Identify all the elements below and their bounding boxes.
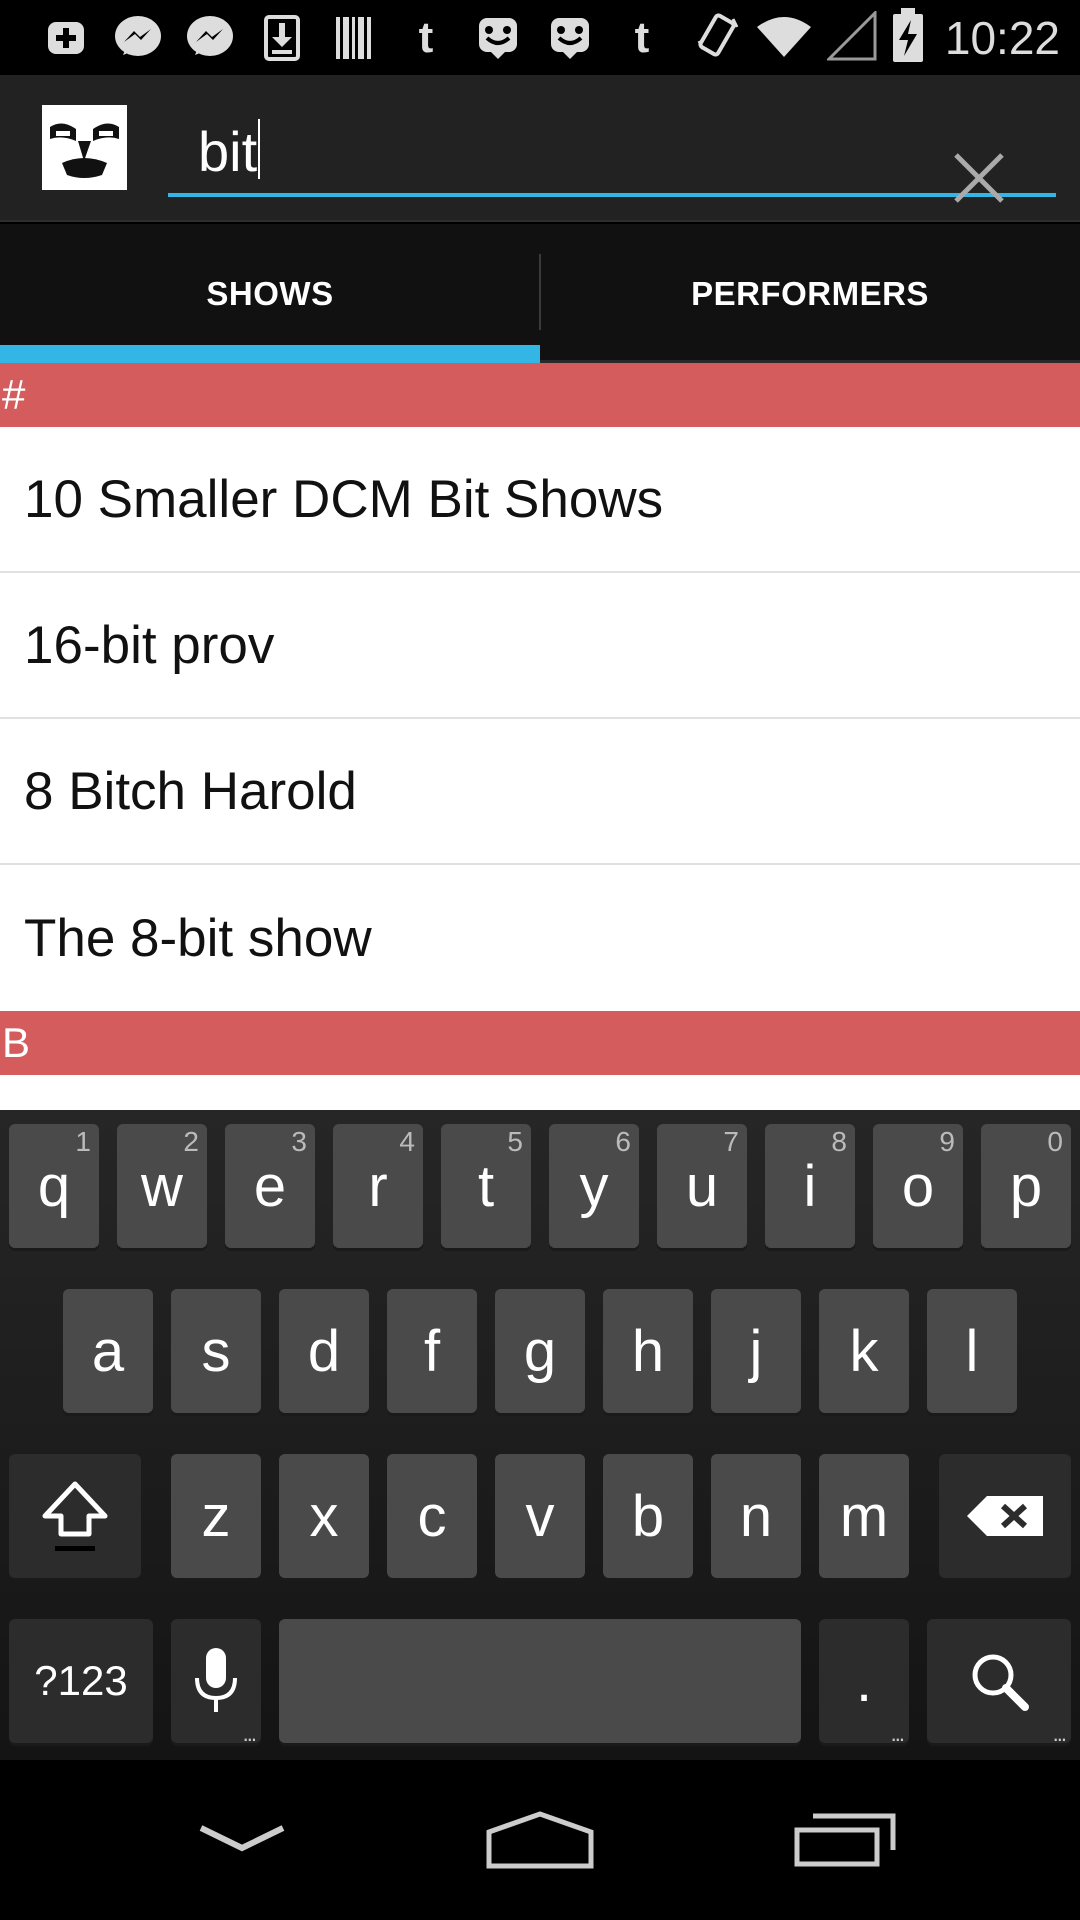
backspace-icon bbox=[967, 1496, 1043, 1536]
key-t[interactable]: t5 bbox=[441, 1124, 531, 1248]
vibrate-icon bbox=[695, 11, 741, 66]
action-bar: bit bbox=[0, 75, 1080, 222]
key-g[interactable]: g bbox=[495, 1289, 585, 1413]
more-options-dots: ... bbox=[242, 1721, 257, 1746]
more-options-dots: ... bbox=[1052, 1721, 1067, 1746]
tumblr-icon: t bbox=[634, 13, 650, 62]
key-s[interactable]: s bbox=[171, 1289, 261, 1413]
tab-performers[interactable]: PERFORMERS bbox=[540, 224, 1080, 363]
recent-apps-icon bbox=[794, 1813, 896, 1867]
key-m[interactable]: m bbox=[819, 1454, 909, 1578]
wifi-icon bbox=[755, 13, 813, 64]
key-b[interactable]: b bbox=[603, 1454, 693, 1578]
messenger-icon bbox=[102, 10, 174, 66]
recent-apps-button[interactable] bbox=[785, 1800, 905, 1880]
add-icon bbox=[30, 10, 102, 66]
more-options-dots: ... bbox=[890, 1721, 905, 1746]
symbols-key[interactable]: ?123 bbox=[9, 1619, 153, 1743]
search-key[interactable]: ... bbox=[927, 1619, 1071, 1746]
close-icon bbox=[954, 153, 1004, 203]
key-w[interactable]: w2 bbox=[117, 1124, 207, 1248]
list-item[interactable]: 8 Bitch Harold bbox=[0, 719, 1080, 865]
tumblr-icon: t bbox=[418, 13, 434, 62]
key-a[interactable]: a bbox=[63, 1289, 153, 1413]
key-e[interactable]: e3 bbox=[225, 1124, 315, 1248]
clear-search-button[interactable] bbox=[946, 145, 1012, 211]
mic-key[interactable]: ... bbox=[171, 1619, 261, 1746]
backspace-key[interactable] bbox=[939, 1454, 1071, 1578]
key-o[interactable]: o9 bbox=[873, 1124, 963, 1248]
home-icon bbox=[486, 1811, 594, 1869]
key-h[interactable]: h bbox=[603, 1289, 693, 1413]
list-item[interactable]: 16-bit prov bbox=[0, 573, 1080, 719]
status-bar: t t 10:22 bbox=[0, 0, 1080, 75]
key-y[interactable]: y6 bbox=[549, 1124, 639, 1248]
shows-list[interactable]: # 10 Smaller DCM Bit Shows 16-bit prov 8… bbox=[0, 363, 1080, 1110]
key-j[interactable]: j bbox=[711, 1289, 801, 1413]
soft-keyboard: q1 w2 e3 r4 t5 y6 u7 i8 o9 p0 a s d f g … bbox=[0, 1110, 1080, 1760]
key-v[interactable]: v bbox=[495, 1454, 585, 1578]
key-q[interactable]: q1 bbox=[9, 1124, 99, 1248]
key-c[interactable]: c bbox=[387, 1454, 477, 1578]
microphone-icon bbox=[195, 1648, 237, 1712]
home-button[interactable] bbox=[480, 1800, 600, 1880]
list-item[interactable]: 10 Smaller DCM Bit Shows bbox=[0, 427, 1080, 573]
shift-icon bbox=[42, 1481, 108, 1551]
notification-icons: t t bbox=[30, 10, 678, 66]
messenger-icon bbox=[174, 10, 246, 66]
key-x[interactable]: x bbox=[279, 1454, 369, 1578]
tab-bar: SHOWS PERFORMERS bbox=[0, 224, 1080, 363]
navigation-bar bbox=[0, 1760, 1080, 1920]
key-d[interactable]: d bbox=[279, 1289, 369, 1413]
key-n[interactable]: n bbox=[711, 1454, 801, 1578]
key-p[interactable]: p0 bbox=[981, 1124, 1071, 1248]
tab-shows[interactable]: SHOWS bbox=[0, 224, 540, 363]
key-i[interactable]: i8 bbox=[765, 1124, 855, 1248]
key-k[interactable]: k bbox=[819, 1289, 909, 1413]
key-z[interactable]: z bbox=[171, 1454, 261, 1578]
back-button[interactable] bbox=[182, 1800, 302, 1880]
clock: 10:22 bbox=[944, 12, 1060, 64]
section-header: B bbox=[0, 1011, 1080, 1075]
groupme-icon bbox=[534, 10, 606, 66]
app-logo[interactable] bbox=[42, 105, 127, 190]
download-icon bbox=[246, 10, 318, 66]
tab-selected-indicator bbox=[0, 345, 540, 363]
search-icon bbox=[972, 1654, 1029, 1711]
search-input-value: bit bbox=[198, 119, 261, 184]
section-header: # bbox=[0, 363, 1080, 427]
groupme-icon bbox=[462, 10, 534, 66]
space-key[interactable] bbox=[279, 1619, 801, 1743]
signal-icon bbox=[825, 8, 877, 66]
key-u[interactable]: u7 bbox=[657, 1124, 747, 1248]
key-l[interactable]: l bbox=[927, 1289, 1017, 1413]
shift-key[interactable] bbox=[9, 1454, 141, 1578]
status-icons: 10:22 bbox=[695, 7, 1060, 69]
barcode-icon bbox=[318, 10, 390, 66]
battery-charging-icon bbox=[891, 7, 925, 69]
search-input[interactable]: bit bbox=[168, 107, 1056, 197]
key-f[interactable]: f bbox=[387, 1289, 477, 1413]
text-cursor bbox=[258, 119, 261, 179]
key-r[interactable]: r4 bbox=[333, 1124, 423, 1248]
chevron-down-icon bbox=[199, 1825, 285, 1852]
period-key[interactable]: . ... bbox=[819, 1619, 909, 1746]
list-item[interactable]: The 8-bit show bbox=[0, 865, 1080, 1011]
